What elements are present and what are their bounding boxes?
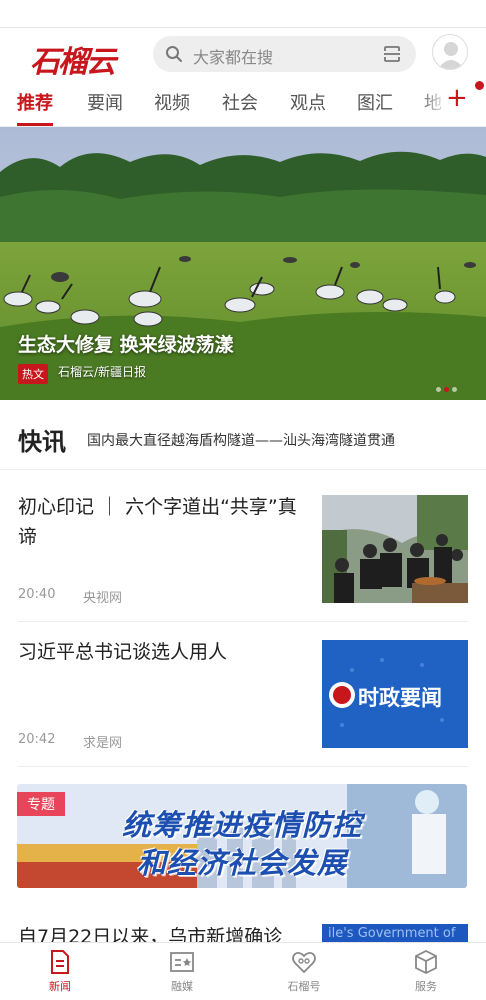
special-title-line2: 和经济社会发展 <box>136 846 347 880</box>
tab-fade <box>418 83 448 125</box>
hot-badge: 热文 <box>18 364 48 384</box>
news-title: 初心印记 ｜ 六个字道出“共享”真谛 <box>18 496 297 548</box>
flash-label: 快讯 <box>18 427 66 456</box>
news-thumbnail: 时政要闻 <box>322 640 468 748</box>
special-topic-banner[interactable]: 专题 统筹推进疫情防控 和经济社会发展 <box>17 784 467 888</box>
nav-pomegranate[interactable]: 石榴号 <box>264 949 344 994</box>
tab-headlines[interactable]: 要闻 <box>87 89 123 115</box>
divider <box>18 621 468 622</box>
scan-icon[interactable] <box>382 44 402 68</box>
user-avatar[interactable] <box>432 34 468 70</box>
app-logo[interactable]: 石榴云 <box>30 35 122 80</box>
media-board-icon <box>170 952 194 972</box>
news-thumbnail <box>322 495 468 603</box>
logo-text: 石榴云 <box>30 45 116 80</box>
channel-tabs: 推荐 要闻 视频 社会 观点 图汇 地 + <box>0 83 486 127</box>
thumb-banner-text: 时政要闻 <box>358 686 442 710</box>
news-title: 习近平总书记谈选人用人 <box>18 641 228 663</box>
tab-opinion[interactable]: 观点 <box>290 89 326 115</box>
banner-carousel[interactable]: 生态大修复 换来绿波荡漾 热文 石榴云/新疆日报 <box>0 127 486 400</box>
tab-gallery[interactable]: 图汇 <box>357 89 393 115</box>
tab-recommend[interactable]: 推荐 <box>17 89 53 115</box>
thumb-partial-text: ile's Government of <box>328 926 456 941</box>
carousel-dot-active[interactable] <box>444 387 449 392</box>
carousel-dot[interactable] <box>452 387 457 392</box>
nav-news[interactable]: 新闻 <box>20 949 100 994</box>
news-time: 20:40 <box>18 587 56 602</box>
nav-media[interactable]: 融媒 <box>142 949 222 994</box>
search-icon <box>165 45 183 67</box>
divider <box>18 766 468 767</box>
add-channel-button[interactable]: + <box>446 83 468 113</box>
news-item[interactable]: 初心印记 ｜ 六个字道出“共享”真谛 20:40 央视网 <box>0 492 486 622</box>
heart-pomegranate-icon <box>292 951 316 974</box>
search-bar[interactable]: 大家都在搜 <box>153 36 416 72</box>
status-bar <box>0 0 486 28</box>
search-placeholder: 大家都在搜 <box>193 48 274 67</box>
banner-image <box>0 127 486 400</box>
news-source: 求是网 <box>83 736 123 751</box>
news-thumbnail-partial: ile's Government of <box>322 924 468 944</box>
banner-title: 生态大修复 换来绿波荡漾 <box>18 334 234 356</box>
tab-video[interactable]: 视频 <box>154 89 190 115</box>
nav-services[interactable]: 服务 <box>386 949 466 994</box>
flash-news[interactable]: 快讯 国内最大直径越海盾构隧道——汕头海湾隧道贯通 <box>0 410 486 470</box>
news-item[interactable]: 习近平总书记谈选人用人 20:42 求是网 时政要闻 <box>0 637 486 767</box>
carousel-dot[interactable] <box>436 387 441 392</box>
active-tab-indicator <box>17 123 53 126</box>
nav-label: 石榴号 <box>287 980 321 993</box>
news-time: 20:42 <box>18 732 56 747</box>
carousel-dots <box>436 377 460 396</box>
banner-source: 石榴云/新疆日报 <box>58 365 147 379</box>
nav-label: 服务 <box>415 980 437 993</box>
news-doc-icon <box>51 950 69 974</box>
bottom-navigation: 新闻 融媒 石榴号 服务 <box>0 942 486 1000</box>
tab-society[interactable]: 社会 <box>222 89 258 115</box>
nav-label: 新闻 <box>49 980 71 993</box>
nav-label: 融媒 <box>171 980 193 993</box>
flash-text: 国内最大直径越海盾构隧道——汕头海湾隧道贯通 <box>87 433 395 449</box>
news-source: 央视网 <box>83 591 123 606</box>
box-cube-icon <box>415 949 437 975</box>
app-header: 石榴云 大家都在搜 <box>0 29 486 80</box>
special-title-line1: 统筹推进疫情防控 <box>121 808 362 842</box>
